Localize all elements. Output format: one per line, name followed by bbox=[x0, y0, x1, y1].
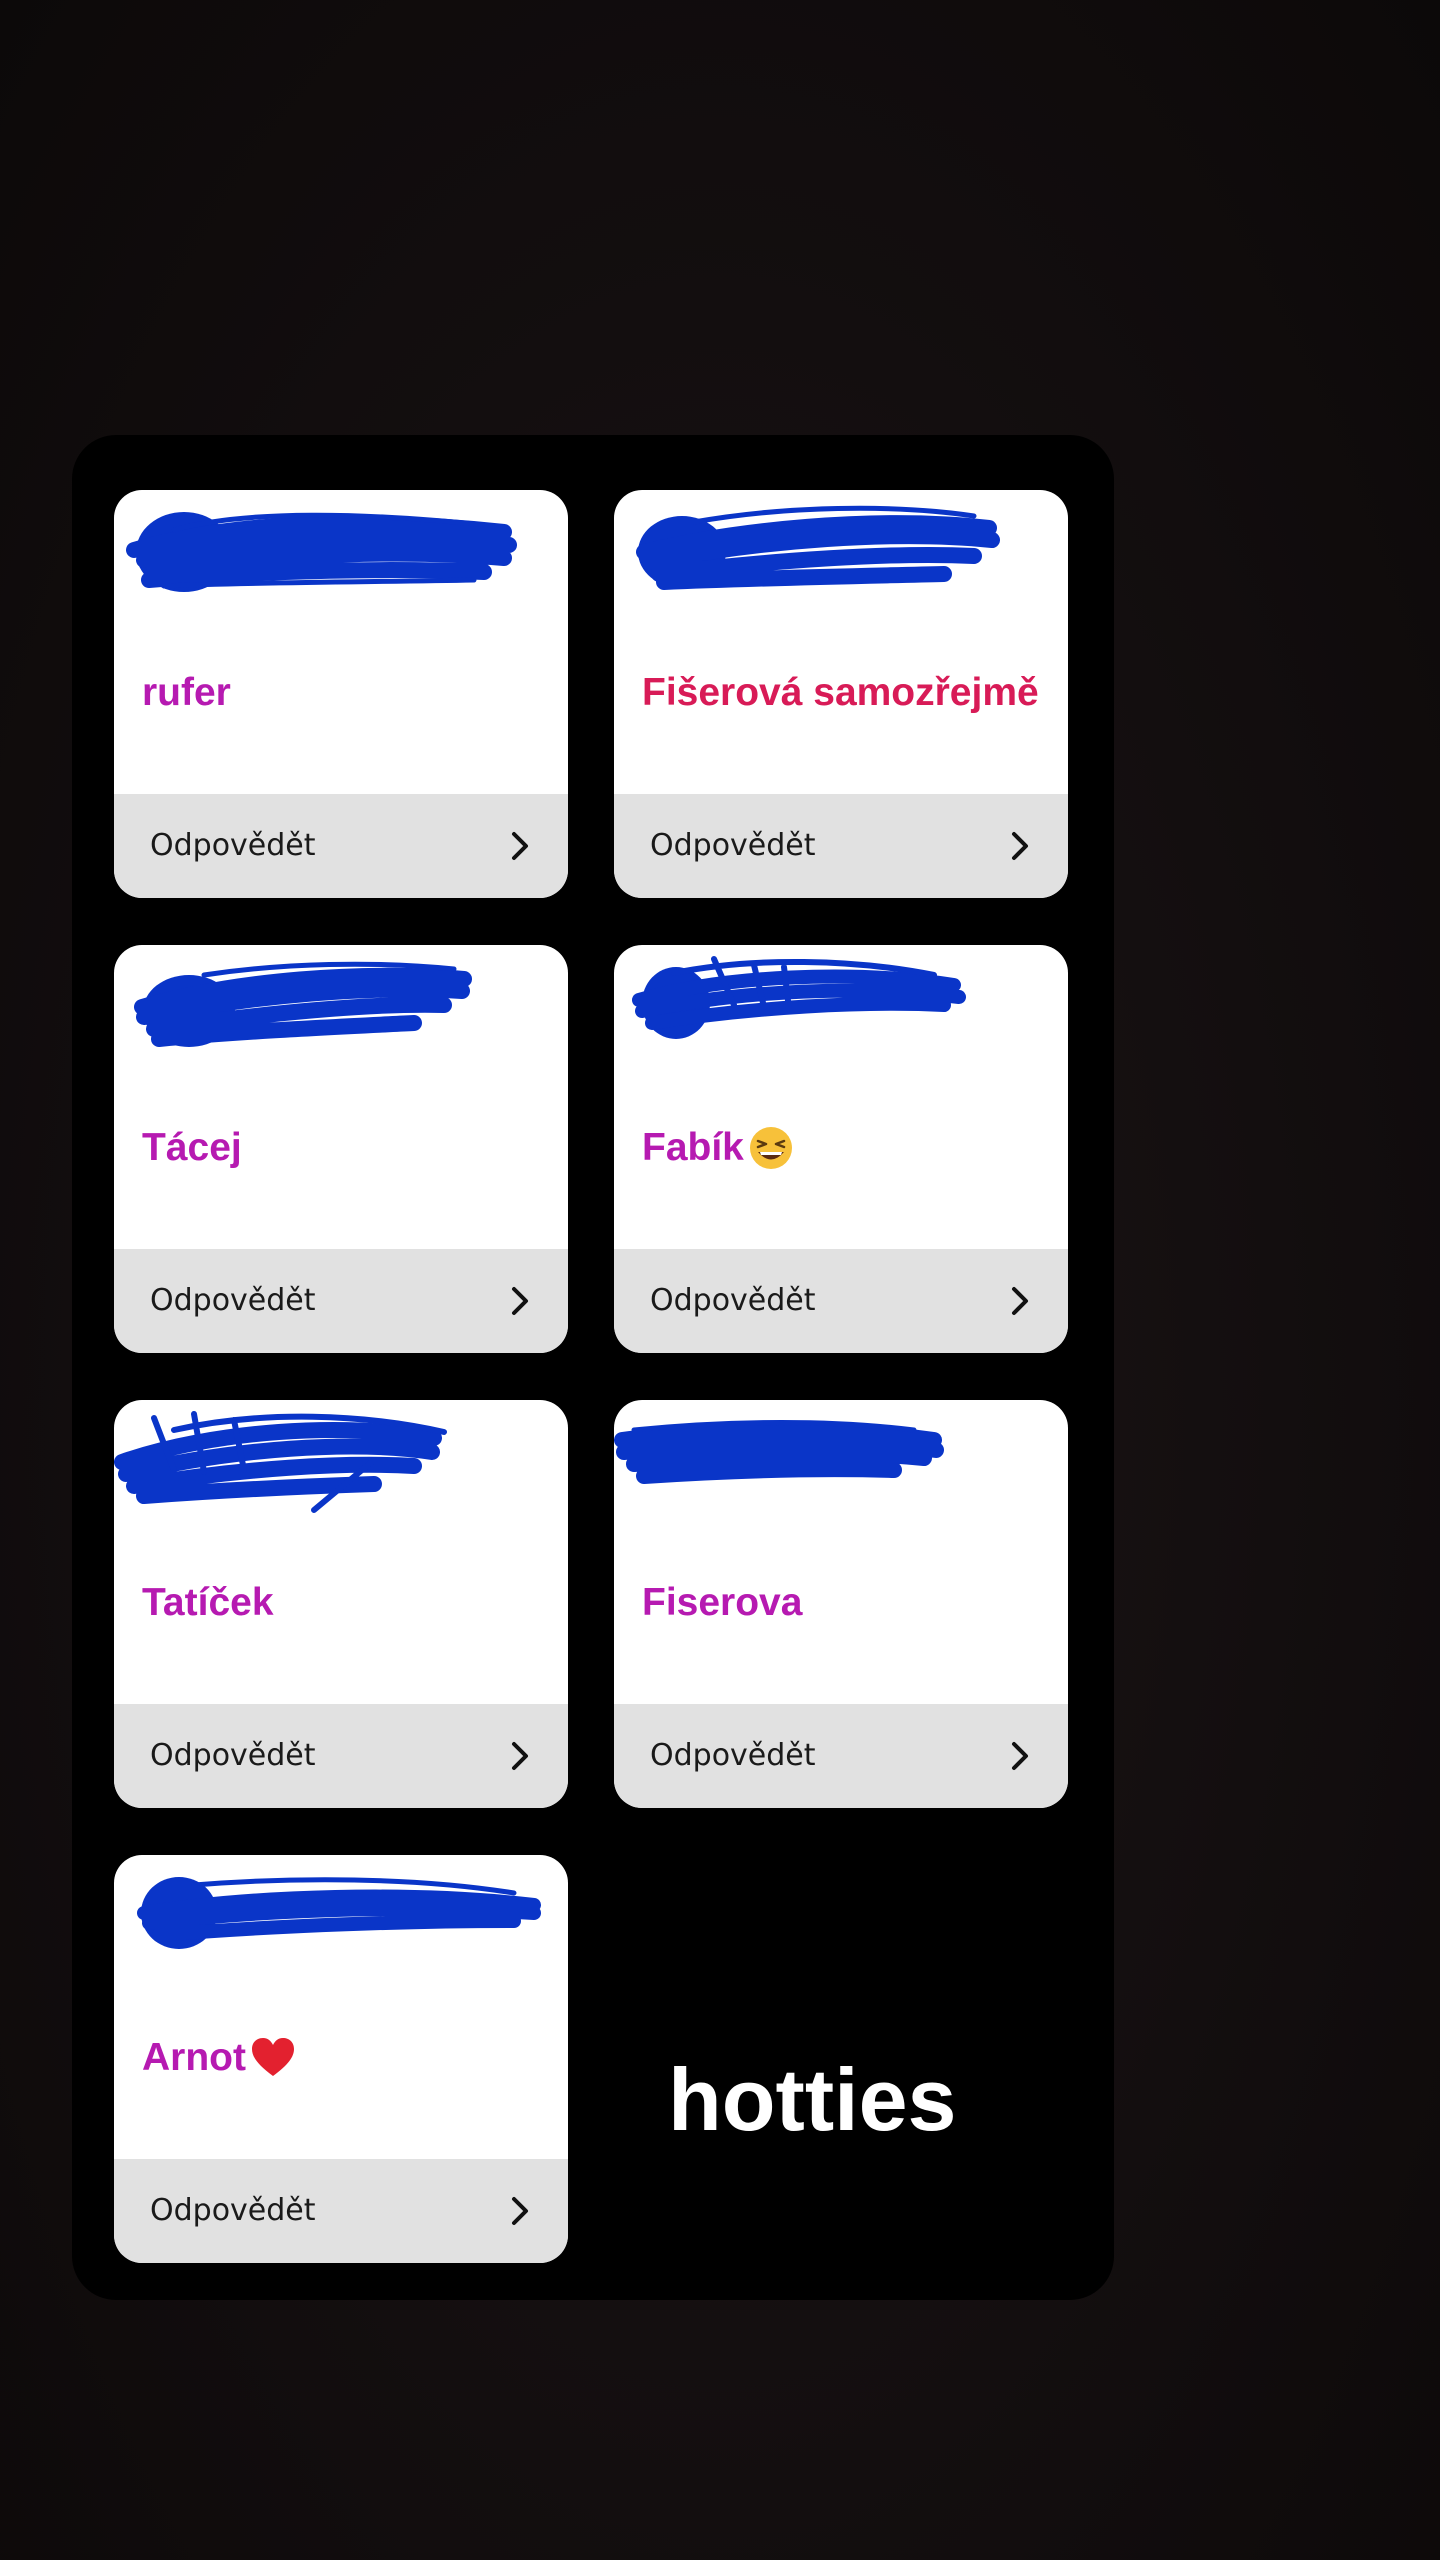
sender-name: Fišerová samozřejmě bbox=[642, 671, 1039, 714]
reply-label: Odpovědět bbox=[150, 828, 316, 863]
reply-label: Odpovědět bbox=[150, 2193, 316, 2228]
chevron-right-icon bbox=[512, 1287, 528, 1315]
sender-name-text: Arnot bbox=[142, 2036, 246, 2079]
reply-label: Odpovědět bbox=[150, 1738, 316, 1773]
reply-button[interactable]: Odpovědět bbox=[114, 1704, 568, 1808]
responses-panel: rufer Odpovědět Fišerová samozřejmě Odpo… bbox=[72, 435, 1114, 2300]
response-card: Fiserova Odpovědět bbox=[614, 1400, 1068, 1808]
reply-button[interactable]: Odpovědět bbox=[114, 2159, 568, 2263]
response-card: Arnot Odpovědět bbox=[114, 1855, 568, 2263]
redaction-scribble bbox=[632, 956, 966, 1039]
response-card: Tácej Odpovědět bbox=[114, 945, 568, 1353]
chevron-right-icon bbox=[512, 1742, 528, 1770]
sender-name: Fabík bbox=[642, 1125, 794, 1171]
red-heart-icon bbox=[251, 2038, 294, 2076]
chevron-right-icon bbox=[512, 2197, 528, 2225]
reply-button[interactable]: Odpovědět bbox=[614, 794, 1068, 898]
redaction-scribble bbox=[614, 1420, 944, 1484]
redaction-scribble bbox=[636, 505, 1000, 590]
redaction-scribble bbox=[137, 1877, 541, 1949]
reply-button[interactable]: Odpovědět bbox=[614, 1704, 1068, 1808]
redaction-scribble bbox=[126, 512, 517, 592]
reply-label: Odpovědět bbox=[150, 1283, 316, 1318]
response-card: rufer Odpovědět bbox=[114, 490, 568, 898]
redaction-scribble bbox=[134, 961, 472, 1047]
reply-button[interactable]: Odpovědět bbox=[114, 1249, 568, 1353]
redaction-scribble bbox=[114, 1411, 447, 1513]
reply-label: Odpovědět bbox=[650, 1283, 816, 1318]
story-caption: hotties bbox=[668, 2050, 957, 2149]
sender-name: rufer bbox=[142, 671, 231, 714]
reply-button[interactable]: Odpovědět bbox=[614, 1249, 1068, 1353]
sender-name: Tácej bbox=[142, 1126, 242, 1169]
sender-name-text: Fabík bbox=[642, 1126, 744, 1169]
sender-name: Fiserova bbox=[642, 1581, 803, 1624]
chevron-right-icon bbox=[1012, 1287, 1028, 1315]
grinning-squinting-face-icon bbox=[749, 1127, 792, 1169]
response-card: Fabík Odpovědět bbox=[614, 945, 1068, 1353]
reply-label: Odpovědět bbox=[650, 828, 816, 863]
sender-name: Arnot bbox=[142, 2035, 296, 2081]
reply-label: Odpovědět bbox=[650, 1738, 816, 1773]
chevron-right-icon bbox=[512, 832, 528, 860]
response-card: Fišerová samozřejmě Odpovědět bbox=[614, 490, 1068, 898]
sender-name: Tatíček bbox=[142, 1581, 274, 1624]
response-card: Tatíček Odpovědět bbox=[114, 1400, 568, 1808]
chevron-right-icon bbox=[1012, 1742, 1028, 1770]
chevron-right-icon bbox=[1012, 832, 1028, 860]
reply-button[interactable]: Odpovědět bbox=[114, 794, 568, 898]
